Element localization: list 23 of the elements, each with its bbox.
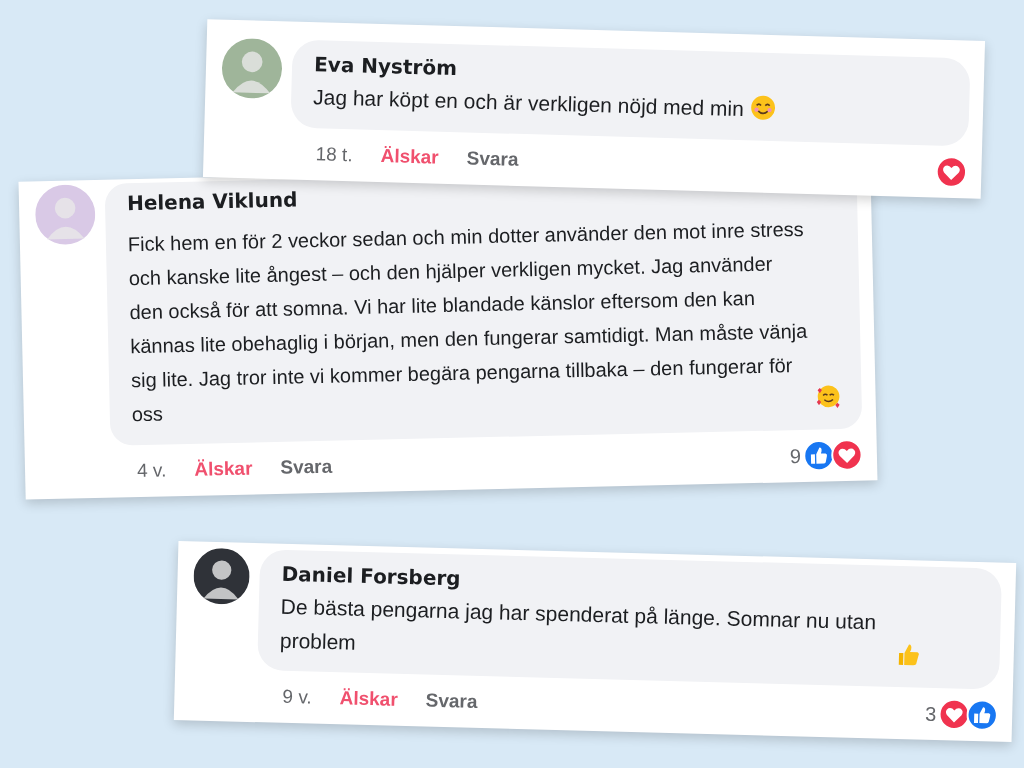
reaction-count: 3 (924, 702, 937, 726)
author-name[interactable]: Helena Viklund (126, 187, 298, 216)
love-reaction-link[interactable]: Älskar (194, 457, 253, 481)
comment-time: 18 t. (315, 142, 353, 166)
love-reaction-link[interactable]: Älskar (339, 687, 398, 712)
author-name[interactable]: Daniel Forsberg (281, 561, 461, 591)
author-name[interactable]: Eva Nyström (313, 52, 458, 81)
reply-link[interactable]: Svara (280, 455, 333, 479)
reply-link[interactable]: Svara (466, 147, 519, 171)
avatar-icon[interactable] (192, 547, 251, 605)
love-reaction-link[interactable]: Älskar (380, 144, 439, 169)
heart-reaction-icon (934, 155, 968, 189)
smiling-face-hearts-icon (815, 383, 842, 410)
like-reaction-icon (965, 698, 999, 732)
comment-text: Fick hem en för 2 veckor sedan och min dotter använder den mot inre stress och kanske lite ångest – och den hjälper verkligen mycket. Jag använder den också för att somna. Vi har lite blandade känslor eftersom den kan kännas lite obehaglig i början, men den fungerar samtidigt. Man måste vänja sig lite. Jag tror inte vi kommer begära pengarna tillbaka – den fungerar för oss (127, 216, 809, 428)
reply-link[interactable]: Svara (425, 689, 478, 714)
comment-time: 9 v. (282, 686, 312, 709)
reaction-count: 9 (789, 444, 802, 468)
comment-time: 4 v. (136, 459, 167, 483)
smiling-face-icon (749, 93, 777, 121)
comment-text: Jag har köpt en och är verkligen nöjd med min (312, 84, 745, 123)
heart-reaction-icon (830, 438, 864, 472)
comment-text: De bästa pengarna jag har spenderat på länge. Somnar nu utan problem (279, 593, 878, 656)
